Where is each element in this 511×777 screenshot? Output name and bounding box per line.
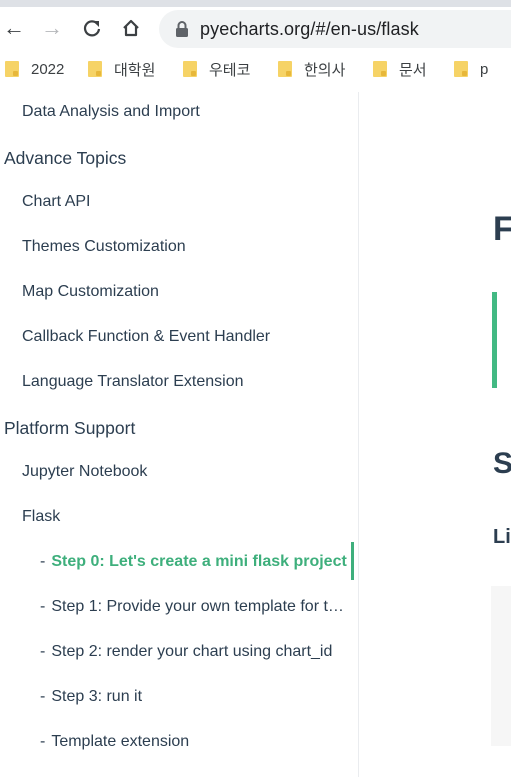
page-title: F xyxy=(493,210,511,248)
folder-icon xyxy=(454,61,468,77)
main-content: F S Li xyxy=(359,92,511,777)
sidebar-section-advance-topics[interactable]: Advance Topics xyxy=(4,148,362,169)
sidebar-subitem-step-1[interactable]: - Step 1: Provide your own template for t… xyxy=(40,598,352,616)
sidebar-subitem-step-0[interactable]: - Step 0: Let's create a mini flask proje… xyxy=(40,553,352,571)
folder-icon xyxy=(373,61,387,77)
code-block xyxy=(491,586,511,746)
bookmark-label: 우테코 xyxy=(209,61,251,79)
sidebar-item-translator[interactable]: Language Translator Extension xyxy=(22,373,352,391)
back-icon[interactable]: ← xyxy=(0,14,28,42)
subitem-label: Step 0: Let's create a mini flask projec… xyxy=(51,553,347,570)
address-bar[interactable]: pyecharts.org/#/en-us/flask xyxy=(159,10,511,48)
folder-icon xyxy=(5,61,19,77)
bookmark-folder-2022[interactable]: 2022 xyxy=(5,56,64,82)
bookmark-label: 대학원 xyxy=(114,61,156,79)
bookmark-folder-oriental-doctor[interactable]: 한의사 xyxy=(278,56,345,82)
folder-icon xyxy=(278,61,292,77)
dash-marker: - xyxy=(40,733,46,750)
bookmark-folder-wootechco[interactable]: 우테코 xyxy=(183,56,250,82)
tip-block-border xyxy=(492,292,497,388)
subitem-label: Template extension xyxy=(51,733,190,750)
sidebar-item-callback[interactable]: Callback Function & Event Handler xyxy=(22,328,352,346)
bookmark-folder-graduate-school[interactable]: 대학원 xyxy=(88,56,155,82)
sidebar-item-data-analysis[interactable]: Data Analysis and Import xyxy=(22,103,352,121)
bookmark-label: p xyxy=(480,60,489,78)
sidebar-section-platform-support[interactable]: Platform Support xyxy=(4,418,362,439)
bookmark-label: 2022 xyxy=(31,60,65,78)
bookmarks-bar: 2022 대학원 우테코 한의사 문서 p xyxy=(0,56,511,82)
forward-icon[interactable]: → xyxy=(38,14,66,42)
docs-sidebar: Data Analysis and Import Advance Topics … xyxy=(0,92,359,777)
folder-icon xyxy=(183,61,197,77)
home-glyph xyxy=(123,19,139,37)
subitem-label: Step 1: Provide your own template for th… xyxy=(51,598,352,615)
sidebar-item-flask[interactable]: Flask xyxy=(22,508,352,526)
sidebar-item-chart-api[interactable]: Chart API xyxy=(22,193,352,211)
bookmark-folder-documents[interactable]: 문서 xyxy=(373,56,427,82)
bookmark-label: 문서 xyxy=(399,61,427,79)
dash-marker: - xyxy=(40,643,46,660)
sidebar-item-jupyter[interactable]: Jupyter Notebook xyxy=(22,463,352,481)
reload-glyph xyxy=(83,20,101,37)
sidebar-subitem-template-extension[interactable]: - Template extension xyxy=(40,733,352,751)
sidebar-subitem-step-2[interactable]: - Step 2: render your chart using chart_i… xyxy=(40,643,352,661)
sidebar-item-themes[interactable]: Themes Customization xyxy=(22,238,352,256)
bookmark-label: 한의사 xyxy=(304,61,346,79)
section-heading: S xyxy=(493,447,511,480)
reload-icon[interactable] xyxy=(78,14,106,42)
dash-marker: - xyxy=(40,553,46,570)
subsection-heading: Li xyxy=(493,526,511,548)
bookmark-folder-p[interactable]: p xyxy=(454,56,488,82)
browser-toolbar: ← → pyecharts.org/#/en-us/flask 2022 대학원 xyxy=(0,0,511,93)
dash-marker: - xyxy=(40,598,46,615)
lock-icon xyxy=(175,21,189,37)
active-indicator xyxy=(351,542,354,580)
tab-strip xyxy=(0,0,511,7)
sidebar-subitem-step-3[interactable]: - Step 3: run it xyxy=(40,688,352,706)
sidebar-item-map-customization[interactable]: Map Customization xyxy=(22,283,352,301)
subitem-label: Step 2: render your chart using chart_id xyxy=(51,643,333,660)
dash-marker: - xyxy=(40,688,46,705)
home-icon[interactable] xyxy=(117,14,145,42)
subitem-label: Step 3: run it xyxy=(51,688,143,705)
url-text[interactable]: pyecharts.org/#/en-us/flask xyxy=(200,19,419,40)
folder-icon xyxy=(88,61,102,77)
